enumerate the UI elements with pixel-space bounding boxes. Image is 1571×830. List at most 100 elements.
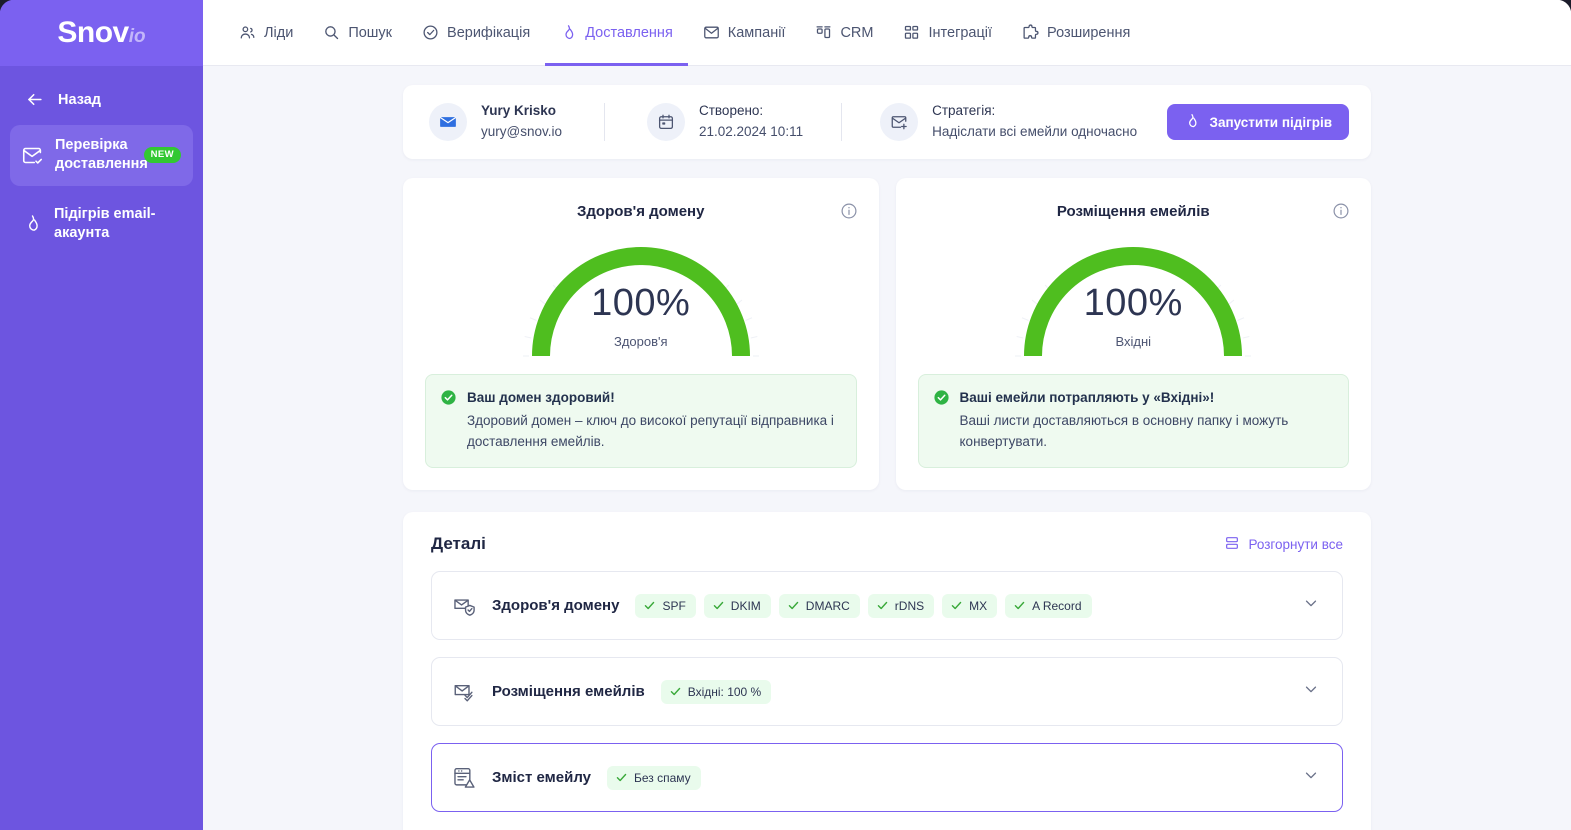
back-button[interactable]: Назад <box>14 82 189 117</box>
check-icon <box>951 601 962 610</box>
check-icon <box>877 601 888 610</box>
alert-text: Здоровий домен – ключ до високої репутац… <box>467 413 834 450</box>
check-circle-icon <box>422 24 439 41</box>
crm-icon <box>815 24 832 41</box>
search-icon <box>323 24 340 41</box>
flame-icon <box>560 24 577 41</box>
envelope-check-icon <box>452 679 478 705</box>
chip-inbox-rate: Вхідні: 100 % <box>660 679 772 704</box>
nav-item-campaigns[interactable]: Кампанії <box>688 0 801 66</box>
gauge-sublabel: Вхідні <box>1115 334 1152 349</box>
nav-item-label: Верифікація <box>447 24 531 41</box>
content-scroll-area: Yury Krisko yury@snov.io Створено: 21.02… <box>203 66 1571 830</box>
nav-item-label: CRM <box>840 24 874 41</box>
gauge-percent: 100% <box>591 282 691 324</box>
domain-health-card: Здоров'я домену 100% Здоров'я Ваш домен … <box>403 178 879 491</box>
nav-item-integrations[interactable]: Інтеграції <box>888 0 1007 66</box>
domain-health-gauge: 100% Здоров'я <box>425 238 857 364</box>
chip-rdns: rDNS <box>867 593 935 618</box>
check-icon <box>1014 601 1025 610</box>
gauge-value-group: 100% Вхідні <box>918 284 1350 349</box>
nav-item-label: Інтеграції <box>928 24 993 41</box>
nav-item-deliverability[interactable]: Доставлення <box>545 0 688 66</box>
detail-row-title: Здоров'я домену <box>492 597 620 615</box>
chip-dmarc: DMARC <box>778 593 860 618</box>
logo-text: Snovio <box>57 16 145 50</box>
strategy-label: Стратегія: <box>932 103 996 119</box>
chevron-down-icon[interactable] <box>1302 594 1320 617</box>
gauge-value-group: 100% Здоров'я <box>425 284 857 349</box>
chip-label: MX <box>969 598 988 613</box>
check-circle-filled-icon <box>440 389 457 453</box>
check-icon <box>713 601 724 610</box>
detail-row-email-placement[interactable]: Розміщення емейлів Вхідні: 100 % <box>431 657 1343 727</box>
gauge-sublabel: Здоров'я <box>613 334 668 349</box>
nav-item-label: Розширення <box>1047 24 1131 41</box>
gauge-cards-row: Здоров'я домену 100% Здоров'я Ваш домен … <box>403 178 1371 491</box>
nav-item-verification[interactable]: Верифікація <box>407 0 545 66</box>
info-icon[interactable] <box>840 202 858 225</box>
chip-mx: MX <box>942 593 998 618</box>
chevron-down-icon[interactable] <box>1302 680 1320 703</box>
account-name: Yury Krisko <box>481 103 557 119</box>
chip-label: DKIM <box>730 598 761 613</box>
envelope-filled-icon <box>429 103 467 141</box>
document-warning-icon <box>452 765 478 791</box>
alert-title: Ваші емейли потрапляють у «Вхідні»! <box>959 390 1215 405</box>
back-label: Назад <box>58 91 101 108</box>
account-email: yury@snov.io <box>481 124 562 139</box>
chip-dkim: DKIM <box>703 593 771 618</box>
check-icon <box>616 773 627 782</box>
domain-health-alert: Ваш домен здоровий! Здоровий домен – клю… <box>425 374 857 469</box>
grid-icon <box>903 24 920 41</box>
expand-all-button[interactable]: Розгорнути все <box>1224 535 1343 554</box>
logo[interactable]: Snovio <box>0 0 203 66</box>
detail-row-domain-health[interactable]: Здоров'я домену SPF DKIM DMARC rDNS MX A… <box>431 571 1343 641</box>
arrow-left-icon <box>24 90 44 109</box>
chevron-down-icon[interactable] <box>1302 766 1320 789</box>
sidebar-item-deliverability-check[interactable]: Перевірка доставлення NEW <box>10 125 193 186</box>
info-icon[interactable] <box>1332 202 1350 225</box>
run-warmup-label: Запустити підігрів <box>1209 114 1332 130</box>
nav-item-label: Доставлення <box>585 24 673 41</box>
run-warmup-button[interactable]: Запустити підігрів <box>1167 104 1349 140</box>
top-navigation: Ліди Пошук Верифікація Доставлення Кампа… <box>203 0 1571 66</box>
nav-item-extensions[interactable]: Розширення <box>1007 0 1145 66</box>
check-icon <box>645 601 655 610</box>
created-value: 21.02.2024 10:11 <box>698 124 804 139</box>
chip-label: SPF <box>662 598 686 613</box>
nav-item-leads[interactable]: Ліди <box>224 0 308 66</box>
chip-no-spam: Без спаму <box>607 765 701 790</box>
chip-label: A Record <box>1032 598 1082 613</box>
detail-row-chips: Вхідні: 100 % <box>660 679 772 704</box>
card-title: Здоров'я домену <box>577 203 705 220</box>
chip-label: DMARC <box>805 598 850 613</box>
alert-title: Ваш домен здоровий! <box>467 390 615 405</box>
details-section: Деталі Розгорнути все Здоров'я домену SP… <box>403 512 1371 830</box>
logo-suffix: io <box>128 26 146 47</box>
check-circle-filled-icon <box>933 389 950 453</box>
check-icon <box>670 687 680 696</box>
nav-item-search[interactable]: Пошук <box>308 0 407 66</box>
detail-row-chips: Без спаму <box>607 765 701 790</box>
check-icon <box>788 601 799 610</box>
chip-label: Вхідні: 100 % <box>687 684 762 699</box>
flame-icon <box>22 214 42 233</box>
expand-all-label: Розгорнути все <box>1248 536 1343 552</box>
account-summary-card: Yury Krisko yury@snov.io Створено: 21.02… <box>403 85 1371 159</box>
created-block: Створено: 21.02.2024 10:11 <box>646 101 804 143</box>
people-icon <box>239 24 256 41</box>
app-window: Snovio Назад Перевірка доставлення NEW П… <box>0 0 1571 830</box>
detail-row-email-content[interactable]: Зміст емейлу Без спаму <box>431 743 1343 813</box>
nav-item-crm[interactable]: CRM <box>800 0 888 66</box>
puzzle-icon <box>1022 24 1039 41</box>
envelope-check-icon <box>22 145 43 166</box>
expand-rows-icon <box>1224 535 1240 554</box>
detail-row-chips: SPF DKIM DMARC rDNS MX A Record <box>635 593 1092 618</box>
strategy-block: Стратегія: Надіслати всі емейли одночасн… <box>880 101 1137 143</box>
sidebar: Snovio Назад Перевірка доставлення NEW П… <box>0 0 203 830</box>
account-block: Yury Krisko yury@snov.io <box>429 101 562 143</box>
details-header: Деталі Розгорнути все <box>431 534 1343 554</box>
chip-a-record: A Record <box>1005 593 1092 618</box>
sidebar-item-email-warmup[interactable]: Підігрів email-акаунта <box>10 194 193 255</box>
